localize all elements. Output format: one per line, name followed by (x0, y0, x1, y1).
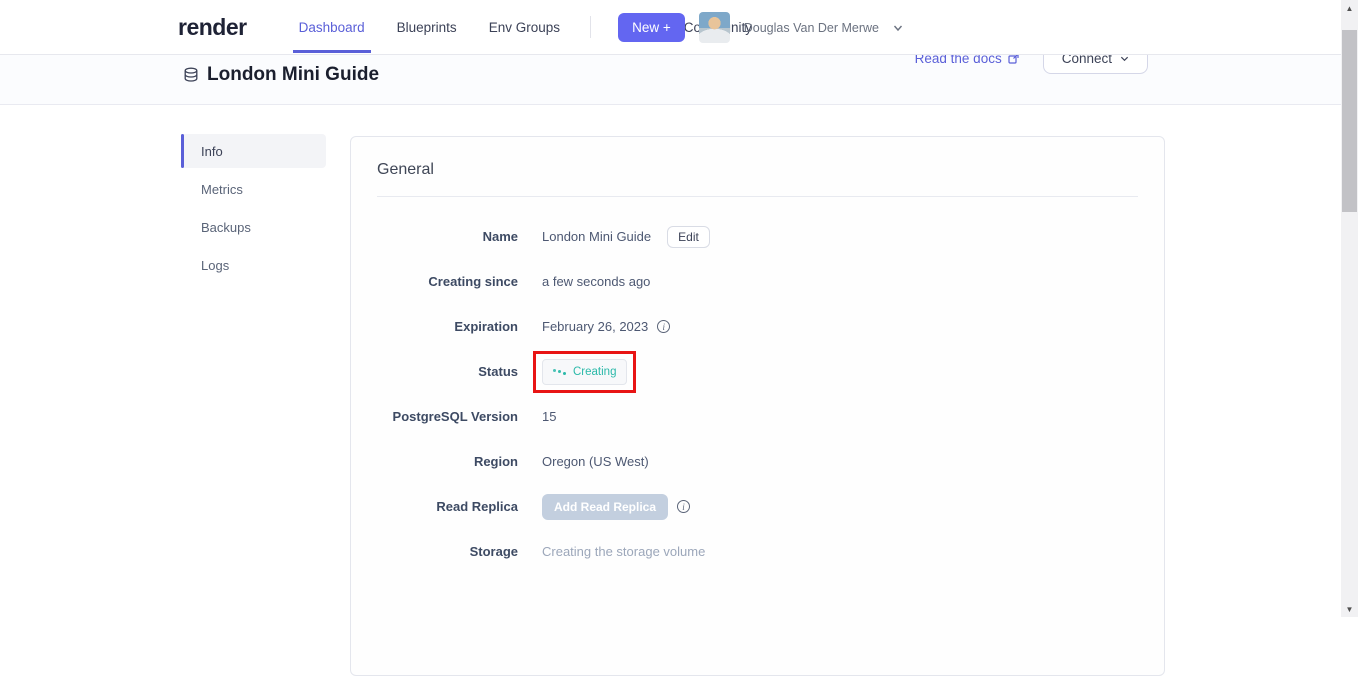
field-label: Creating since (377, 274, 518, 289)
field-label: PostgreSQL Version (377, 409, 518, 424)
status-badge-label: Creating (573, 366, 616, 378)
field-row-storage: Storage Creating the storage volume (377, 529, 1138, 574)
sidebar-item-label: Logs (201, 258, 229, 273)
sidebar-active-accent (181, 134, 184, 168)
field-value: Creating the storage volume (542, 544, 705, 559)
field-value: London Mini Guide (542, 229, 651, 244)
general-card: General Name London Mini Guide Edit Crea… (350, 136, 1165, 676)
nav-item-blueprints[interactable]: Blueprints (395, 2, 459, 53)
add-read-replica-button[interactable]: Add Read Replica (542, 494, 668, 520)
field-row-expiration: Expiration February 26, 2023 i (377, 304, 1138, 349)
sidebar-item-label: Metrics (201, 182, 243, 197)
field-value: 15 (542, 409, 556, 424)
nav-item-env-groups[interactable]: Env Groups (487, 2, 562, 53)
nav-item-dashboard[interactable]: Dashboard (297, 2, 367, 53)
user-avatar[interactable] (699, 12, 730, 43)
sidebar-item-label: Info (201, 144, 223, 159)
sidebar-item-backups[interactable]: Backups (181, 210, 326, 244)
card-divider (377, 196, 1138, 197)
active-tab-indicator (293, 50, 371, 53)
sidebar-item-logs[interactable]: Logs (181, 248, 326, 282)
field-label: Status (377, 364, 518, 379)
card-heading: General (377, 161, 1138, 179)
page-header: London Mini Guide Read the docs Connect (0, 55, 1341, 105)
field-row-read-replica: Read Replica Add Read Replica i (377, 484, 1138, 529)
info-icon[interactable]: i (657, 320, 670, 333)
chevron-down-icon[interactable] (893, 23, 903, 33)
scrollbar-thumb[interactable] (1342, 30, 1357, 212)
vertical-scrollbar[interactable]: ▲ ▼ (1341, 0, 1358, 617)
nav-item-label: Env Groups (489, 20, 560, 35)
field-label: Expiration (377, 319, 518, 334)
new-button[interactable]: New + (618, 13, 685, 42)
red-annotation-box: Creating (533, 351, 636, 393)
info-icon[interactable]: i (677, 500, 690, 513)
sidebar: Info Metrics Backups Logs (181, 134, 326, 286)
sidebar-item-metrics[interactable]: Metrics (181, 172, 326, 206)
nav-item-label: Blueprints (397, 20, 457, 35)
nav-divider (590, 16, 591, 38)
field-label: Read Replica (377, 499, 518, 514)
render-logo[interactable]: render (178, 14, 247, 41)
top-navbar: render Dashboard Blueprints Env Groups D… (0, 0, 1341, 55)
database-icon (183, 67, 199, 83)
page-title: London Mini Guide (207, 64, 379, 86)
field-row-postgresql-version: PostgreSQL Version 15 (377, 394, 1138, 439)
status-badge: Creating (542, 359, 627, 385)
field-value: Oregon (US West) (542, 454, 649, 469)
creating-spinner-icon (553, 368, 566, 376)
nav-item-label: Dashboard (299, 20, 365, 35)
chevron-down-icon (1120, 54, 1129, 63)
scroll-down-arrow-icon[interactable]: ▼ (1341, 601, 1358, 617)
field-label: Region (377, 454, 518, 469)
field-value: a few seconds ago (542, 274, 650, 289)
edit-name-button[interactable]: Edit (667, 226, 710, 248)
field-label: Storage (377, 544, 518, 559)
field-row-status: Status Creating (377, 349, 1138, 394)
user-name: Douglas Van Der Merwe (744, 21, 879, 35)
field-label: Name (377, 229, 518, 244)
field-value: February 26, 2023 (542, 319, 648, 334)
sidebar-item-label: Backups (201, 220, 251, 235)
field-row-creating-since: Creating since a few seconds ago (377, 259, 1138, 304)
sidebar-item-info[interactable]: Info (181, 134, 326, 168)
nav-right: New + Douglas Van Der Merwe (618, 0, 903, 55)
scroll-up-arrow-icon[interactable]: ▲ (1341, 0, 1358, 16)
field-row-name: Name London Mini Guide Edit (377, 214, 1138, 259)
field-row-region: Region Oregon (US West) (377, 439, 1138, 484)
